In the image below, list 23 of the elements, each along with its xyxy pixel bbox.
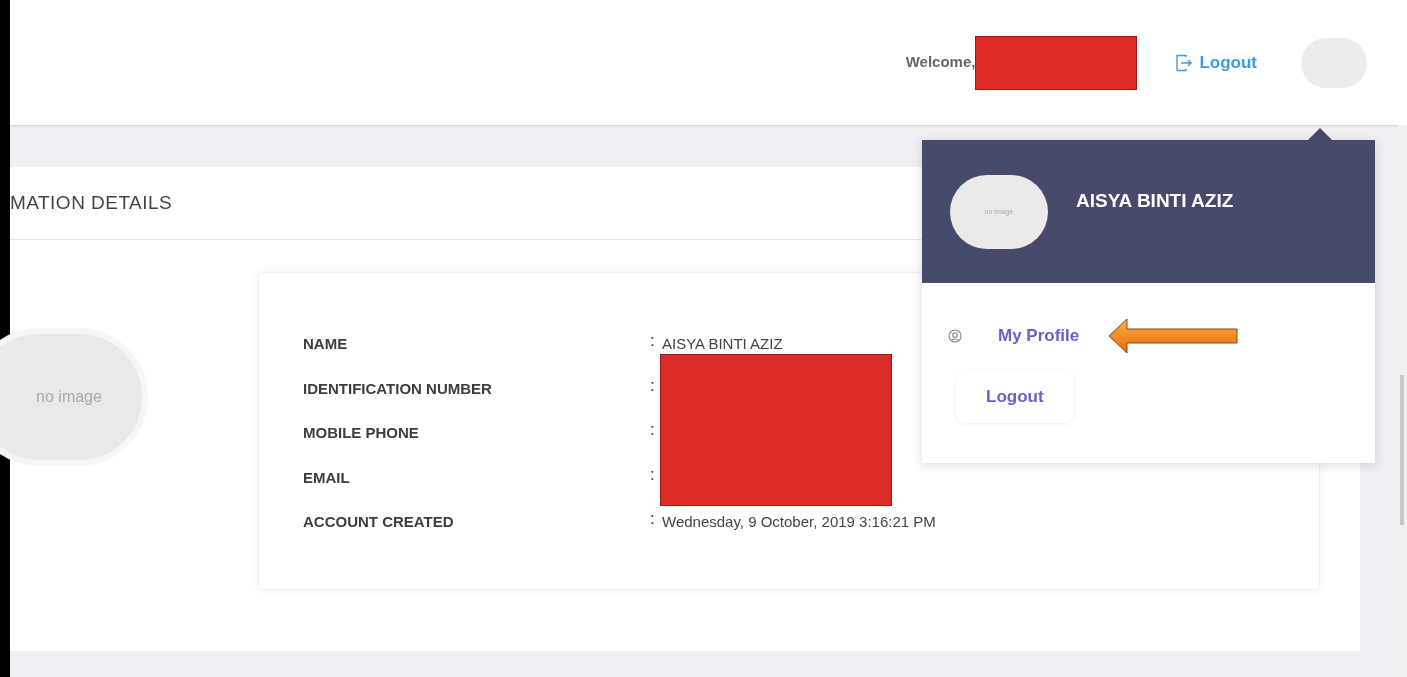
section-title: MATION DETAILS — [10, 190, 173, 215]
logout-icon — [1175, 53, 1194, 72]
field-label: MOBILE PHONE — [303, 423, 420, 444]
user-name: AISYA BINTI AZIZ — [1076, 189, 1234, 213]
field-separator: : — [650, 466, 656, 483]
field-separator: : — [650, 511, 656, 528]
logout-button[interactable]: Logout — [956, 371, 1074, 423]
field-separator: : — [650, 422, 656, 439]
arrow-icon — [1107, 316, 1240, 356]
avatar-text: no image — [35, 387, 102, 407]
user-icon — [948, 329, 962, 343]
field-separator: : — [650, 333, 656, 349]
field-value: AISYA BINTI AZIZ — [662, 334, 783, 354]
field-value: Wednesday, 9 October, 2019 3:16:21 PM — [662, 512, 936, 533]
logout-link[interactable]: Logout — [1175, 49, 1257, 76]
field-separator: : — [650, 377, 656, 394]
my-profile-link[interactable]: My Profile — [998, 323, 1080, 349]
welcome-text: Welcome, — [905, 52, 976, 73]
field-label: NAME — [303, 334, 349, 354]
scrollbar-thumb[interactable] — [1400, 375, 1404, 525]
field-label: ACCOUNT CREATED — [303, 512, 455, 533]
field-label: IDENTIFICATION NUMBER — [303, 378, 493, 399]
field-label: EMAIL — [303, 467, 351, 488]
